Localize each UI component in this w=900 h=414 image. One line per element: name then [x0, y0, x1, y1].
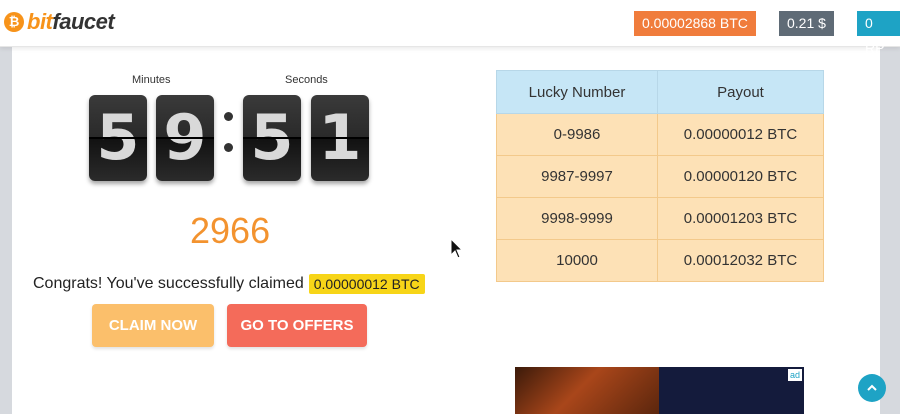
lucky-number-range: 10000 [496, 239, 658, 282]
btc-balance-badge[interactable]: 0.00002868 BTC [634, 11, 756, 36]
advertisement-banner[interactable]: ad [515, 367, 804, 414]
payout-table-header: Lucky Number Payout [496, 70, 824, 114]
ad-choices-icon[interactable]: ad [788, 369, 802, 381]
claim-now-button[interactable]: CLAIM NOW [92, 304, 214, 347]
payout-amount: 0.00000120 BTC [657, 155, 824, 198]
seconds-label: Seconds [285, 74, 328, 86]
payout-header: Payout [657, 70, 824, 114]
ad-panel: ad [659, 367, 804, 414]
ad-image [515, 367, 659, 414]
table-row: 10000 0.00012032 BTC [496, 239, 824, 282]
minutes-label: Minutes [132, 74, 171, 86]
payout-amount: 0.00000012 BTC [657, 113, 824, 156]
timer-digit-minutes-tens: 5 [89, 95, 147, 181]
timer-colon [224, 112, 234, 174]
mouse-pointer-icon [450, 237, 464, 265]
lucky-number-range: 9998-9999 [496, 197, 658, 240]
table-row: 9987-9997 0.00000120 BTC [496, 155, 824, 198]
congrats-text: Congrats! You've successfully claimed [33, 275, 304, 292]
timer-digit-minutes-ones: 9 [156, 95, 214, 181]
lucky-number-result: 2966 [190, 210, 271, 251]
table-row: 0-9986 0.00000012 BTC [496, 113, 824, 156]
timer-digit-seconds-tens: 5 [243, 95, 301, 181]
lucky-number-range: 0-9986 [496, 113, 658, 156]
logo-text-faucet: faucet [52, 9, 115, 34]
top-header: ₿ bitfaucet 0.00002868 BTC 0.21 $ 0 RP [0, 0, 900, 56]
go-to-offers-button[interactable]: GO TO OFFERS [227, 304, 367, 347]
logo-text: bitfaucet [27, 9, 115, 35]
claim-success-message: Congrats! You've successfully claimed 0.… [33, 274, 425, 294]
payout-amount: 0.00012032 BTC [657, 239, 824, 282]
bitcoin-icon: ₿ [4, 12, 24, 32]
payout-amount: 0.00001203 BTC [657, 197, 824, 240]
timer-digit-seconds-ones: 1 [311, 95, 369, 181]
logo-text-bit: bit [27, 9, 53, 34]
site-logo[interactable]: ₿ bitfaucet [4, 9, 115, 35]
usd-balance-badge[interactable]: 0.21 $ [779, 11, 834, 36]
page-scroll-rail [880, 0, 900, 414]
payout-table: Lucky Number Payout 0-9986 0.00000012 BT… [496, 70, 824, 282]
table-row: 9998-9999 0.00001203 BTC [496, 197, 824, 240]
lucky-number-header: Lucky Number [496, 70, 658, 114]
lucky-number-range: 9987-9997 [496, 155, 658, 198]
claimed-amount-badge: 0.00000012 BTC [308, 274, 425, 294]
chevron-up-icon[interactable] [858, 374, 886, 402]
reward-points-badge[interactable]: 0 RP [857, 11, 900, 56]
